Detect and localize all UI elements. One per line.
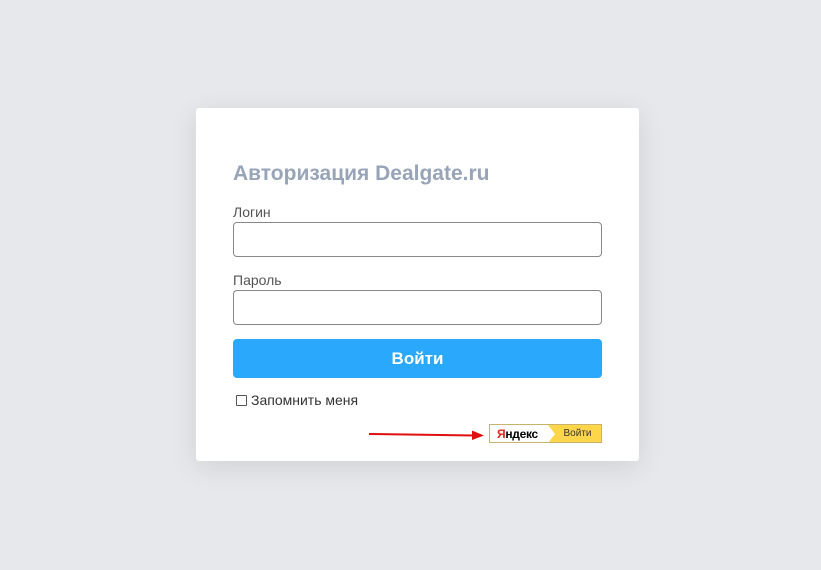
yandex-login-button[interactable]: Яндекс Войти [489,424,602,443]
login-button[interactable]: Войти [233,339,602,378]
yandex-login-label: Войти [563,428,592,439]
login-input[interactable] [233,222,602,257]
remember-me-checkbox[interactable] [236,394,247,406]
yandex-logo-rest: ндекс [505,426,538,441]
remember-me[interactable]: Запомнить меня [236,392,358,408]
page-title: Авторизация Dealgate.ru [233,162,490,185]
password-label: Пароль [233,272,282,288]
login-label: Логин [233,204,271,220]
red-arrow-annotation [368,430,484,440]
login-card: Авторизация Dealgate.ru Логин Пароль Вой… [196,108,639,461]
remember-me-label: Запомнить меня [251,392,359,408]
password-input[interactable] [233,290,602,325]
yandex-logo: Яндекс [490,425,555,442]
